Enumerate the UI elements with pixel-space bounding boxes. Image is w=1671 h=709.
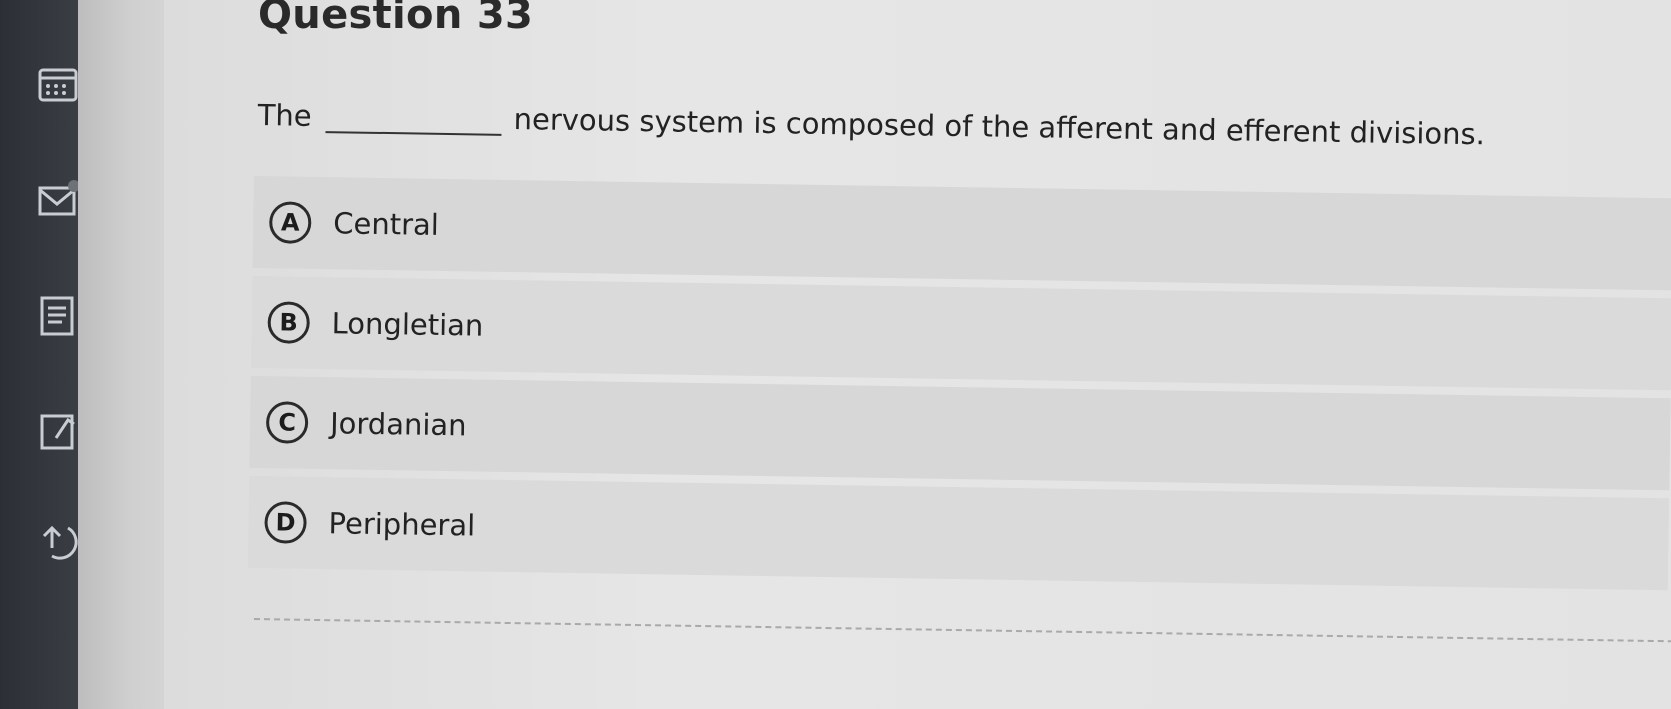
answer-blank [325,107,502,136]
prompt-text-after: nervous system is composed of the affere… [513,102,1486,152]
calculator-icon[interactable] [38,62,78,108]
screen: Question 33 The nervous system is compos… [0,0,1671,709]
flag-icon[interactable] [38,408,78,454]
option-letter: A [268,201,312,244]
option-label: Central [333,206,440,242]
answer-options: A Central B Longletian C Jordanian D Per… [247,176,1671,598]
prompt-text-before: The [257,98,312,133]
section-divider [253,618,1671,643]
mail-icon[interactable] [38,178,78,224]
option-label: Jordanian [329,406,467,443]
question-prompt: The nervous system is composed of the af… [257,98,1637,154]
option-letter: B [267,301,311,344]
option-label: Peripheral [328,506,476,543]
option-d[interactable]: D Peripheral [247,475,1670,591]
toolbar-gutter [78,0,164,709]
question-title: Question 33 [258,0,534,38]
option-label: Longletian [331,306,484,343]
option-b[interactable]: B Longletian [250,275,1671,391]
question-panel: Question 33 The nervous system is compos… [164,0,1671,709]
option-letter: C [265,401,309,444]
option-letter: D [264,501,307,544]
option-c[interactable]: C Jordanian [249,375,1671,491]
notes-icon[interactable] [38,292,78,338]
back-icon[interactable] [38,518,78,564]
left-toolbar [0,0,78,709]
option-a[interactable]: A Central [252,176,1671,291]
